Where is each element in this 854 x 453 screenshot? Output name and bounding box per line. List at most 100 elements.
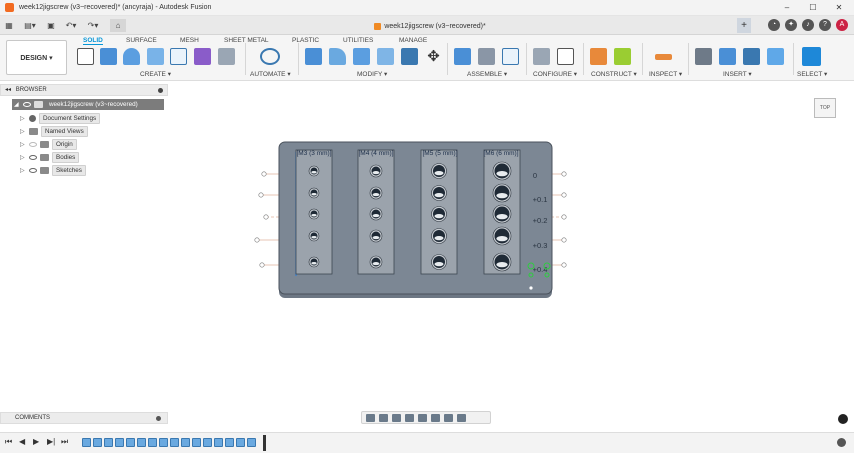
combine-icon[interactable] [401,48,418,65]
timeline-feature[interactable] [93,438,102,447]
save-icon[interactable]: ▣ [44,19,58,32]
automate-icon[interactable] [260,48,280,65]
display-settings-icon[interactable] [431,413,440,422]
browser-item-document-settings[interactable]: ▷ Document Settings [20,113,101,124]
hole-icon[interactable] [147,48,164,65]
viewcube[interactable]: TOP [811,95,839,123]
browser-root-item[interactable]: ◢ week12jigscrew (v3~recovered) [12,99,164,110]
browser-item-origin[interactable]: ▷ Origin [20,139,77,150]
move-icon[interactable]: ✥ [425,48,442,65]
look-at-icon[interactable] [379,413,388,422]
shell-icon[interactable] [377,48,394,65]
timeline-feature[interactable] [236,438,245,447]
step-back-icon[interactable]: ◀ [19,437,25,446]
assemble-group-label[interactable]: ASSEMBLE ▾ [467,70,507,78]
revolve-icon[interactable] [123,48,140,65]
timeline-feature[interactable] [214,438,223,447]
browser-item-sketches[interactable]: ▷ Sketches [20,165,86,176]
offset-plane-icon[interactable] [590,48,607,65]
timeline-feature[interactable] [126,438,135,447]
timeline-feature[interactable] [225,438,234,447]
derive-icon[interactable] [218,48,235,65]
extensions-icon[interactable]: ✦ [785,19,797,31]
tab-mesh[interactable]: MESH [180,37,199,44]
tab-plastic[interactable]: PLASTIC [292,37,319,44]
viewcube-top-face[interactable]: TOP [814,98,836,118]
expand-icon[interactable]: ▷ [20,115,26,122]
tab-sheet-metal[interactable]: SHEET METAL [224,37,269,44]
zoom-window-icon[interactable] [418,413,427,422]
browser-item-bodies[interactable]: ▷ Bodies [20,152,80,163]
expand-icon[interactable]: ▷ [20,141,26,148]
inspect-group-label[interactable]: INSPECT ▾ [649,70,682,78]
expand-icon[interactable]: ▷ [20,154,26,161]
app-grid-icon[interactable]: ▦ [4,19,14,32]
select-icon[interactable] [802,47,821,66]
document-tab[interactable]: week12jigscrew (v3~recovered)* [365,19,495,34]
timeline-settings-icon[interactable] [837,438,846,447]
chat-icon[interactable] [838,414,848,424]
automate-group-label[interactable]: AUTOMATE ▾ [250,70,291,78]
comments-panel[interactable]: COMMENTS [0,412,168,424]
canvas-image-icon[interactable] [767,48,784,65]
orbit-icon[interactable] [366,413,375,422]
insert-svg-icon[interactable] [743,48,760,65]
measure-icon[interactable] [655,54,672,60]
browser-item-named-views[interactable]: ▷ Named Views [20,126,88,137]
select-group-label[interactable]: SELECT ▾ [797,70,827,78]
job-status-icon[interactable]: ◔ [768,19,780,31]
create-sketch-icon[interactable] [77,48,94,65]
go-to-end-icon[interactable]: ⏭ [61,437,68,447]
tab-surface[interactable]: SURFACE [126,37,157,44]
browser-header[interactable]: ◂◂ BROWSER [0,84,168,96]
timeline-feature[interactable] [247,438,256,447]
timeline-feature[interactable] [203,438,212,447]
fillet-icon[interactable] [329,48,346,65]
help-icon[interactable]: ? [819,19,831,31]
tab-solid[interactable]: SOLID [83,37,103,45]
configure-icon[interactable] [533,48,550,65]
viewports-icon[interactable] [457,413,466,422]
collapse-icon[interactable]: ◂◂ [5,85,11,96]
notifications-icon[interactable]: ♪ [802,19,814,31]
configure-group-label[interactable]: CONFIGURE ▾ [533,70,577,78]
visibility-icon[interactable] [23,102,31,107]
maximize-button[interactable]: ☐ [800,0,826,16]
timeline-feature[interactable] [137,438,146,447]
expand-icon[interactable]: ▷ [20,128,26,135]
comments-add-icon[interactable] [156,416,161,421]
minimize-button[interactable]: – [774,0,800,16]
timeline-feature[interactable] [159,438,168,447]
file-menu-icon[interactable]: ▤▾ [22,19,38,32]
timeline-marker[interactable] [263,435,266,451]
insert-derive-icon[interactable] [695,48,712,65]
timeline-feature[interactable] [170,438,179,447]
expand-icon[interactable]: ▷ [20,167,26,174]
pan-icon[interactable] [392,413,401,422]
configuration-table-icon[interactable] [557,48,574,65]
chamfer-icon[interactable] [353,48,370,65]
create-group-label[interactable]: CREATE ▾ [140,70,171,78]
modify-group-label[interactable]: MODIFY ▾ [357,70,387,78]
tab-manage[interactable]: MANAGE [399,37,427,44]
grid-settings-icon[interactable] [444,413,453,422]
new-tab-button[interactable]: + [737,18,751,33]
timeline-feature[interactable] [115,438,124,447]
workspace-switcher[interactable]: DESIGN ▾ [6,40,67,75]
close-button[interactable]: ✕ [826,0,852,16]
timeline-feature[interactable] [181,438,190,447]
visibility-icon[interactable] [29,155,37,160]
home-icon[interactable]: ⌂ [110,19,126,32]
go-to-start-icon[interactable]: ⏮ [5,437,12,447]
midplane-icon[interactable] [614,48,631,65]
play-icon[interactable]: ▶ [33,437,39,446]
visibility-icon[interactable] [29,142,37,147]
tab-utilities[interactable]: UTILITIES [343,37,373,44]
zoom-icon[interactable] [405,413,414,422]
joint-icon[interactable] [478,48,495,65]
construct-group-label[interactable]: CONSTRUCT ▾ [591,70,637,78]
new-component-icon[interactable] [454,48,471,65]
pattern-icon[interactable] [170,48,187,65]
press-pull-icon[interactable] [305,48,322,65]
redo-icon[interactable]: ↷▾ [86,19,100,32]
